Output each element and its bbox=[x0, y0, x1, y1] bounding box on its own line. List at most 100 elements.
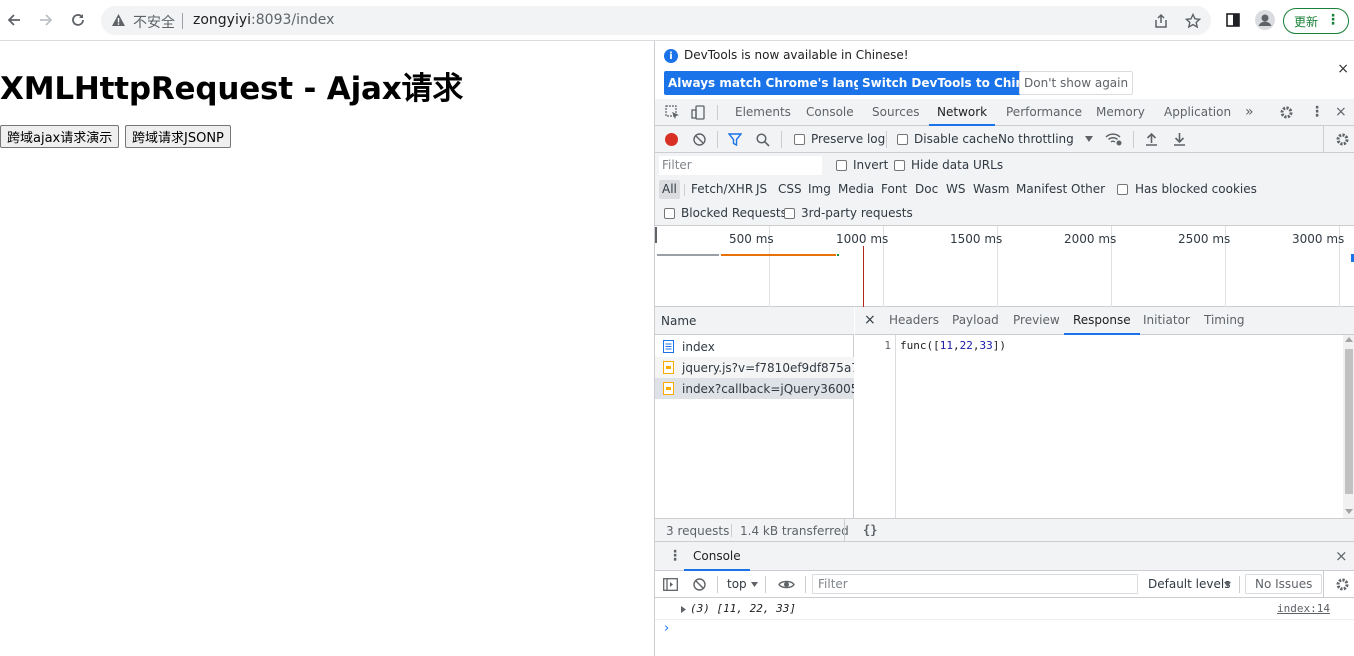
filter-type-doc[interactable]: Doc bbox=[915, 180, 938, 199]
tab-performance[interactable]: Performance bbox=[1006, 99, 1082, 126]
has-blocked-cookies-label: Has blocked cookies bbox=[1135, 182, 1257, 196]
request-row-selected[interactable]: index?callback=jQuery360055... bbox=[655, 378, 854, 399]
console-clear-icon[interactable] bbox=[693, 578, 706, 591]
dont-show-again-button[interactable]: Don't show again bbox=[1019, 71, 1134, 95]
filter-type-media[interactable]: Media bbox=[838, 180, 874, 199]
settings-gear-icon[interactable] bbox=[1279, 105, 1294, 120]
import-har-icon[interactable] bbox=[1145, 132, 1158, 146]
log-levels-select[interactable]: Default levels bbox=[1148, 577, 1230, 591]
console-settings-gear-icon[interactable] bbox=[1335, 577, 1350, 592]
filter-type-ws[interactable]: WS bbox=[946, 180, 965, 199]
console-filter-input[interactable]: Filter bbox=[812, 574, 1138, 594]
update-label: 更新 bbox=[1294, 14, 1319, 29]
tab-sources[interactable]: Sources bbox=[872, 99, 919, 126]
network-overview-timeline[interactable]: 500 ms 1000 ms 1500 ms 2000 ms 2500 ms 3… bbox=[655, 226, 1354, 307]
network-conditions-icon[interactable] bbox=[1105, 132, 1123, 146]
devtools-close-icon[interactable]: × bbox=[1335, 104, 1347, 120]
third-party-checkbox[interactable] bbox=[784, 208, 795, 219]
share-icon[interactable] bbox=[1153, 13, 1169, 29]
name-column-header[interactable]: Name bbox=[655, 307, 854, 335]
code-text: func([ bbox=[900, 339, 940, 352]
filter-type-other[interactable]: Other bbox=[1071, 180, 1105, 199]
console-sidebar-icon[interactable] bbox=[663, 578, 678, 591]
network-status-bar: 3 requests 1.4 kB transferred {} bbox=[655, 518, 1354, 542]
filter-type-manifest[interactable]: Manifest bbox=[1016, 180, 1067, 199]
jsonp-request-button[interactable]: 跨域请求JSONP bbox=[125, 125, 231, 148]
context-dropdown-icon[interactable] bbox=[751, 582, 758, 587]
tab-memory[interactable]: Memory bbox=[1096, 99, 1145, 126]
security-label[interactable]: 不安全 bbox=[133, 12, 175, 32]
log-levels-dropdown-icon[interactable] bbox=[1224, 582, 1231, 587]
bookmark-star-icon[interactable] bbox=[1185, 13, 1201, 29]
drawer-close-icon[interactable]: × bbox=[1335, 547, 1348, 565]
throttling-select[interactable]: No throttling bbox=[998, 132, 1074, 146]
record-icon[interactable] bbox=[665, 133, 678, 146]
tab-network[interactable]: Network bbox=[929, 99, 996, 126]
tab-headers[interactable]: Headers bbox=[889, 307, 939, 335]
tab-console[interactable]: Console bbox=[806, 99, 854, 126]
search-icon[interactable] bbox=[756, 133, 770, 147]
disable-cache-checkbox[interactable] bbox=[897, 134, 908, 145]
tab-initiator[interactable]: Initiator bbox=[1143, 307, 1190, 335]
has-blocked-cookies-checkbox[interactable] bbox=[1117, 184, 1128, 195]
filter-type-img[interactable]: Img bbox=[808, 180, 831, 199]
tab-elements[interactable]: Elements bbox=[735, 99, 791, 126]
inspect-element-icon[interactable] bbox=[665, 105, 680, 120]
response-code[interactable]: func([11,22,33]) bbox=[900, 339, 1006, 352]
device-toolbar-icon[interactable] bbox=[691, 105, 706, 120]
throttling-dropdown-icon[interactable] bbox=[1085, 136, 1093, 142]
url-text[interactable]: zongyiyi:8093/index bbox=[193, 12, 334, 28]
warning-icon[interactable] bbox=[111, 13, 126, 27]
filter-type-js[interactable]: JS bbox=[756, 180, 767, 199]
tab-response[interactable]: Response bbox=[1064, 307, 1140, 335]
tab-payload[interactable]: Payload bbox=[952, 307, 999, 335]
infobar-close-icon[interactable]: × bbox=[1337, 61, 1349, 77]
tab-timing[interactable]: Timing bbox=[1204, 307, 1245, 335]
reload-icon[interactable] bbox=[66, 8, 90, 32]
context-select[interactable]: top bbox=[727, 577, 747, 591]
request-row[interactable]: index bbox=[655, 336, 854, 357]
scrollbar-thumb[interactable] bbox=[1345, 349, 1353, 494]
profile-avatar-icon[interactable] bbox=[1253, 8, 1277, 32]
detail-close-icon[interactable]: × bbox=[864, 307, 876, 335]
filter-funnel-icon[interactable] bbox=[728, 133, 742, 146]
network-settings-gear-icon[interactable] bbox=[1335, 132, 1350, 147]
pretty-print-icon[interactable]: {} bbox=[863, 523, 877, 537]
filter-type-wasm[interactable]: Wasm bbox=[973, 180, 1009, 199]
response-scrollbar[interactable] bbox=[1343, 335, 1354, 518]
console-message[interactable]: (3) [11, 22, 33] index:14 bbox=[655, 598, 1354, 620]
console-source-link[interactable]: index:14 bbox=[1277, 602, 1330, 615]
console-toolbar: top Filter Default levels No Issues bbox=[655, 571, 1354, 598]
tab-application[interactable]: Application bbox=[1164, 99, 1231, 126]
filter-type-fetch-xhr[interactable]: Fetch/XHR bbox=[691, 180, 753, 199]
scroll-down-icon[interactable] bbox=[1345, 509, 1353, 514]
blocked-requests-checkbox[interactable] bbox=[664, 208, 675, 219]
network-filter-input[interactable]: Filter bbox=[659, 156, 822, 175]
invert-checkbox[interactable] bbox=[836, 160, 847, 171]
request-row[interactable]: jquery.js?v=f7810ef9df875a7f... bbox=[655, 357, 854, 378]
expand-triangle-icon[interactable] bbox=[681, 606, 686, 613]
filter-type-css[interactable]: CSS bbox=[778, 180, 802, 199]
filter-type-font[interactable]: Font bbox=[881, 180, 907, 199]
more-tabs-icon[interactable]: » bbox=[1245, 99, 1254, 126]
issues-button[interactable]: No Issues bbox=[1245, 574, 1323, 594]
cors-ajax-demo-button[interactable]: 跨域ajax请求演示 bbox=[0, 125, 120, 148]
scroll-up-icon[interactable] bbox=[1345, 337, 1353, 342]
address-bar[interactable]: 不安全 zongyiyi:8093/index bbox=[101, 6, 1211, 35]
more-vert-icon: ⋮ bbox=[1326, 12, 1340, 28]
live-expression-eye-icon[interactable] bbox=[778, 579, 795, 590]
back-icon[interactable] bbox=[2, 8, 26, 32]
hide-data-urls-checkbox[interactable] bbox=[894, 160, 905, 171]
forward-icon[interactable] bbox=[34, 8, 58, 32]
tab-preview[interactable]: Preview bbox=[1013, 307, 1060, 335]
side-panel-icon[interactable] bbox=[1221, 8, 1245, 32]
drawer-tab-console[interactable]: Console bbox=[684, 542, 750, 571]
filter-type-all[interactable]: All bbox=[659, 180, 680, 199]
export-har-icon[interactable] bbox=[1173, 132, 1186, 146]
clear-icon[interactable] bbox=[693, 133, 706, 146]
drawer-menu-icon[interactable]: ⋮ bbox=[668, 548, 682, 564]
update-button[interactable]: 更新 ⋮ bbox=[1283, 8, 1349, 34]
console-prompt-icon[interactable]: › bbox=[664, 621, 669, 636]
devtools-menu-icon[interactable]: ⋮ bbox=[1310, 104, 1324, 120]
preserve-log-checkbox[interactable] bbox=[794, 134, 805, 145]
